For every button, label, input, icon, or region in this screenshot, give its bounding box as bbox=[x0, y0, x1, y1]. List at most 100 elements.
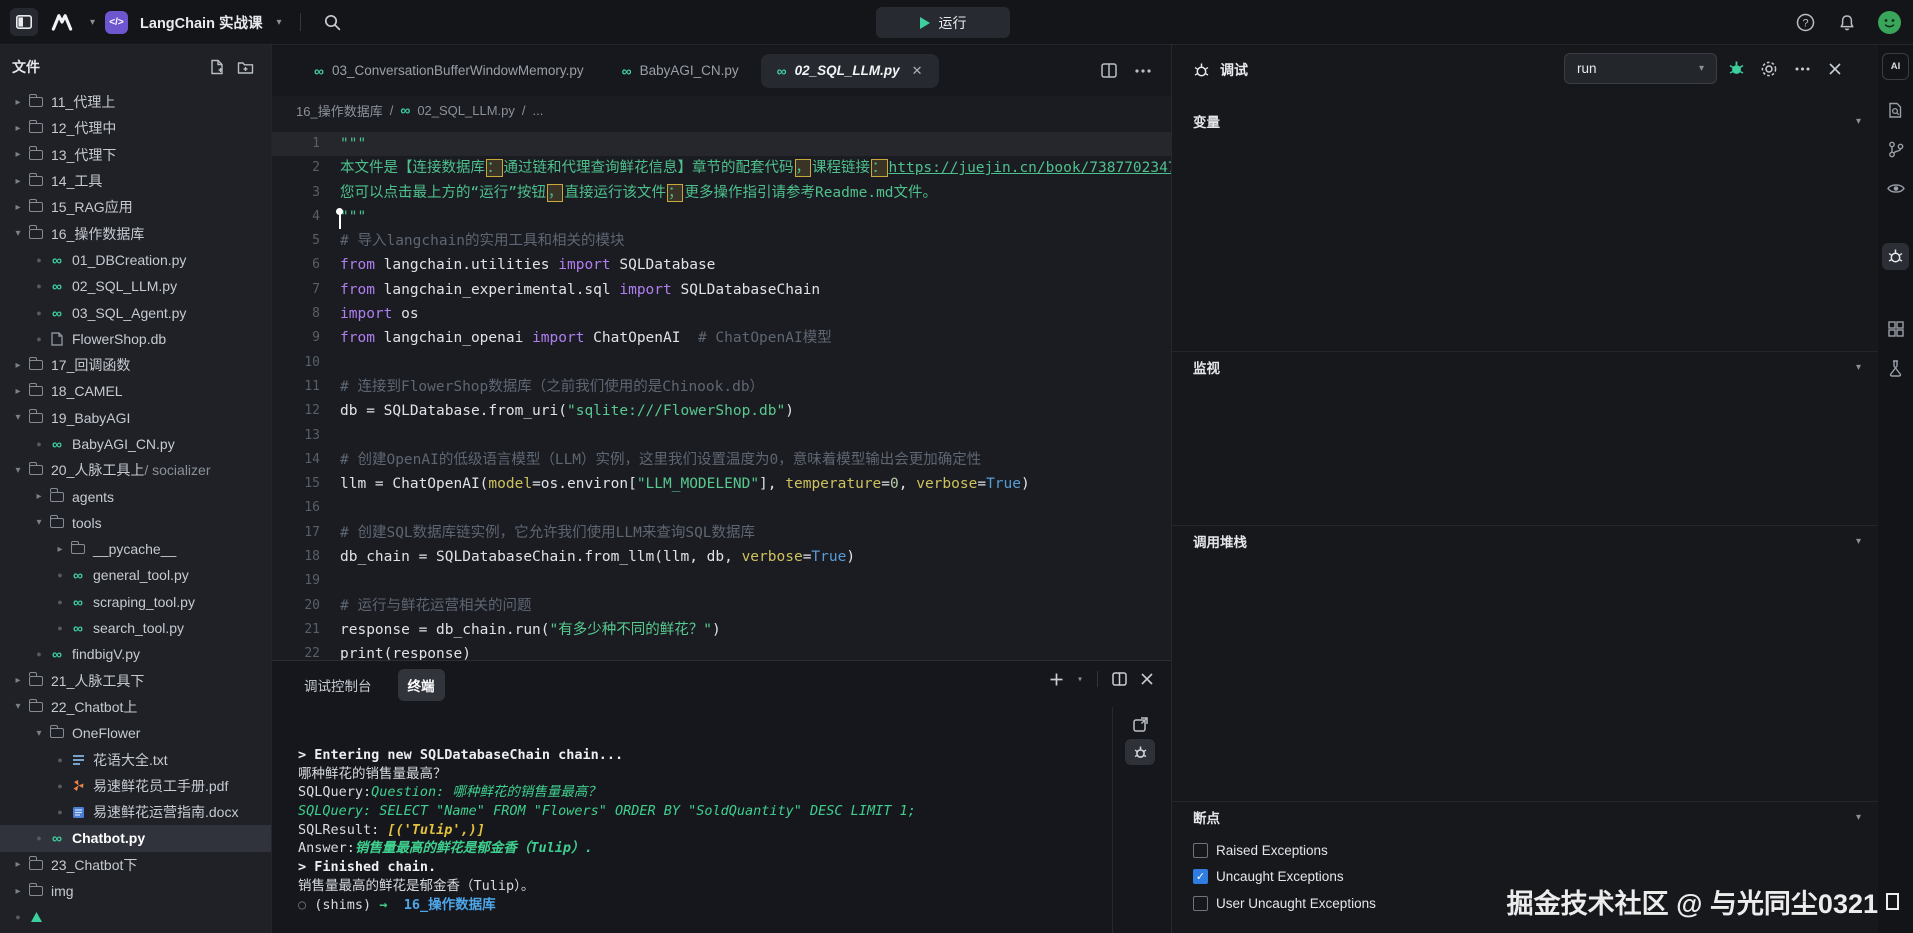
panel-add-chevron-icon[interactable]: ▾ bbox=[1077, 674, 1083, 685]
code-line[interactable]: 16 bbox=[272, 496, 1171, 520]
notifications-bell-icon[interactable] bbox=[1833, 9, 1861, 37]
terminal-output[interactable]: > Entering new SQLDatabaseChain chain...… bbox=[298, 746, 916, 914]
tree-item[interactable]: ▸__pycache__ bbox=[0, 536, 272, 562]
tree-item[interactable]: ●∞02_SQL_LLM.py bbox=[0, 273, 272, 299]
tree-item[interactable]: ▸21_人脉工具下 bbox=[0, 668, 272, 694]
tree-item[interactable]: ● bbox=[0, 904, 272, 930]
tree-item[interactable]: ●∞03_SQL_Agent.py bbox=[0, 299, 272, 325]
chevron-down-icon[interactable]: ▾ bbox=[1856, 812, 1861, 823]
tree-chevron-icon[interactable]: ▸ bbox=[10, 149, 26, 160]
tab-close-icon[interactable]: ✕ bbox=[912, 63, 923, 79]
code-line[interactable]: 11# 连接到FlowerShop数据库（之前我们使用的是Chinook.db） bbox=[272, 375, 1171, 399]
code-line[interactable]: 19 bbox=[272, 569, 1171, 593]
ai-badge[interactable]: AI bbox=[1882, 53, 1909, 80]
tree-item[interactable]: ▾16_操作数据库 bbox=[0, 220, 272, 246]
new-file-icon[interactable] bbox=[203, 53, 231, 81]
tree-chevron-icon[interactable]: ▸ bbox=[10, 176, 26, 187]
chevron-down-icon[interactable]: ▾ bbox=[1856, 362, 1861, 373]
tree-item[interactable]: ▾19_BabyAGI bbox=[0, 405, 272, 431]
help-icon[interactable]: ? bbox=[1791, 9, 1819, 37]
debug-config-select[interactable]: run ▾ bbox=[1564, 53, 1717, 84]
app-logo[interactable] bbox=[48, 8, 76, 36]
tree-item[interactable]: ▸12_代理中 bbox=[0, 115, 272, 141]
tree-item[interactable]: ▸14_工具 bbox=[0, 168, 272, 194]
project-chevron-icon[interactable]: ▾ bbox=[276, 17, 281, 28]
open-in-editor-icon[interactable] bbox=[1125, 711, 1155, 737]
panel-tab[interactable]: 调试控制台 bbox=[294, 669, 382, 701]
code-line[interactable]: 22print(response) bbox=[272, 642, 1171, 660]
breakpoint-checkbox[interactable] bbox=[1193, 896, 1208, 911]
tree-chevron-icon[interactable]: ▾ bbox=[10, 228, 26, 239]
tree-chevron-icon[interactable]: ▸ bbox=[10, 123, 26, 134]
code-line[interactable]: 2本文件是【连接数据库：通过链和代理查询鲜花信息】章节的配套代码，课程链接：ht… bbox=[272, 156, 1171, 180]
tree-item[interactable]: ●花语大全.txt bbox=[0, 746, 272, 772]
code-line[interactable]: 15llm = ChatOpenAI(model=os.environ["LLM… bbox=[272, 472, 1171, 496]
panel-tab[interactable]: 终端 bbox=[398, 669, 445, 701]
more-actions-icon[interactable] bbox=[1129, 57, 1157, 85]
tree-item[interactable]: ▾tools bbox=[0, 510, 272, 536]
chevron-down-icon[interactable]: ▾ bbox=[1856, 536, 1861, 547]
panel-add-icon[interactable] bbox=[1050, 673, 1063, 686]
code-line[interactable]: 6from langchain.utilities import SQLData… bbox=[272, 253, 1171, 277]
tree-chevron-icon[interactable]: ▾ bbox=[10, 412, 26, 423]
debug-section-header[interactable]: 断点▾ bbox=[1172, 803, 1879, 831]
editor-tab[interactable]: ∞03_ConversationBufferWindowMemory.py bbox=[298, 54, 600, 88]
code-line[interactable]: 4""" bbox=[272, 205, 1171, 229]
sidebar-toggle-icon[interactable] bbox=[10, 8, 38, 36]
breakpoint-checkbox[interactable] bbox=[1193, 843, 1208, 858]
tree-item[interactable]: ●∞Chatbot.py bbox=[0, 825, 272, 851]
breadcrumb[interactable]: 16_操作数据库 / ∞ 02_SQL_LLM.py / ... bbox=[272, 96, 1171, 124]
user-avatar[interactable] bbox=[1875, 9, 1903, 37]
git-branch-icon[interactable] bbox=[1882, 136, 1909, 163]
tree-item[interactable]: ●易速鲜花运营指南.docx bbox=[0, 799, 272, 825]
tree-chevron-icon[interactable]: ▸ bbox=[10, 886, 26, 897]
code-line[interactable]: 9from langchain_openai import ChatOpenAI… bbox=[272, 326, 1171, 350]
code-editor[interactable]: 1"""2本文件是【连接数据库：通过链和代理查询鲜花信息】章节的配套代码，课程链… bbox=[272, 124, 1171, 660]
debug-settings-gear-icon[interactable] bbox=[1754, 53, 1784, 84]
debug-more-icon[interactable] bbox=[1787, 53, 1817, 84]
breakpoint-row[interactable]: ✓Uncaught Exceptions bbox=[1193, 865, 1344, 887]
tree-chevron-icon[interactable]: ▸ bbox=[10, 859, 26, 870]
tree-chevron-icon[interactable]: ▾ bbox=[31, 728, 47, 739]
tree-item[interactable]: ●FlowerShop.db bbox=[0, 326, 272, 352]
extensions-icon[interactable] bbox=[1882, 315, 1909, 342]
code-line[interactable]: 12db = SQLDatabase.from_uri("sqlite:///F… bbox=[272, 399, 1171, 423]
eye-icon[interactable] bbox=[1882, 175, 1909, 202]
project-name[interactable]: LangChain 实战课 bbox=[140, 12, 262, 33]
search-icon[interactable] bbox=[319, 8, 347, 36]
tree-item[interactable]: ▸img bbox=[0, 878, 272, 904]
breakpoint-checkbox[interactable]: ✓ bbox=[1193, 869, 1208, 884]
tree-chevron-icon[interactable]: ▾ bbox=[31, 517, 47, 528]
tree-item[interactable]: ●∞scraping_tool.py bbox=[0, 589, 272, 615]
tree-item[interactable]: ▾20_人脉工具上 / socializer bbox=[0, 457, 272, 483]
code-line[interactable]: 14# 创建OpenAI的低级语言模型（LLM）实例，这里我们设置温度为0，意味… bbox=[272, 448, 1171, 472]
tree-item[interactable]: ●∞general_tool.py bbox=[0, 562, 272, 588]
tree-chevron-icon[interactable]: ▸ bbox=[31, 491, 47, 502]
breakpoint-row[interactable]: Raised Exceptions bbox=[1193, 839, 1328, 861]
editor-tab[interactable]: ∞02_SQL_LLM.py✕ bbox=[761, 54, 939, 88]
code-line[interactable]: 20# 运行与鲜花运营相关的问题 bbox=[272, 594, 1171, 618]
tree-item[interactable]: ▾OneFlower bbox=[0, 720, 272, 746]
tree-item[interactable]: ●∞findbigV.py bbox=[0, 641, 272, 667]
debug-section-header[interactable]: 监视▾ bbox=[1172, 353, 1879, 381]
code-line[interactable]: 18db_chain = SQLDatabaseChain.from_llm(l… bbox=[272, 545, 1171, 569]
panel-close-icon[interactable] bbox=[1141, 673, 1153, 685]
chevron-down-icon[interactable]: ▾ bbox=[1856, 116, 1861, 127]
tree-item[interactable]: ▸15_RAG应用 bbox=[0, 194, 272, 220]
code-line[interactable]: 10 bbox=[272, 351, 1171, 375]
split-editor-icon[interactable] bbox=[1095, 57, 1123, 85]
code-line[interactable]: 8import os bbox=[272, 302, 1171, 326]
tree-chevron-icon[interactable]: ▸ bbox=[10, 202, 26, 213]
tree-item[interactable]: ▸13_代理下 bbox=[0, 142, 272, 168]
panel-split-icon[interactable] bbox=[1112, 672, 1127, 686]
tree-chevron-icon[interactable]: ▸ bbox=[10, 97, 26, 108]
tree-chevron-icon[interactable]: ▾ bbox=[10, 465, 26, 476]
logo-chevron-icon[interactable]: ▾ bbox=[90, 17, 95, 28]
new-folder-icon[interactable] bbox=[231, 53, 259, 81]
file-search-icon[interactable] bbox=[1882, 97, 1909, 124]
tree-chevron-icon[interactable]: ▸ bbox=[10, 675, 26, 686]
tree-chevron-icon[interactable]: ▸ bbox=[10, 386, 26, 397]
debug-section-header[interactable]: 变量▾ bbox=[1172, 107, 1879, 135]
bug-icon[interactable] bbox=[1882, 243, 1909, 270]
tree-item[interactable]: ▸17_回调函数 bbox=[0, 352, 272, 378]
